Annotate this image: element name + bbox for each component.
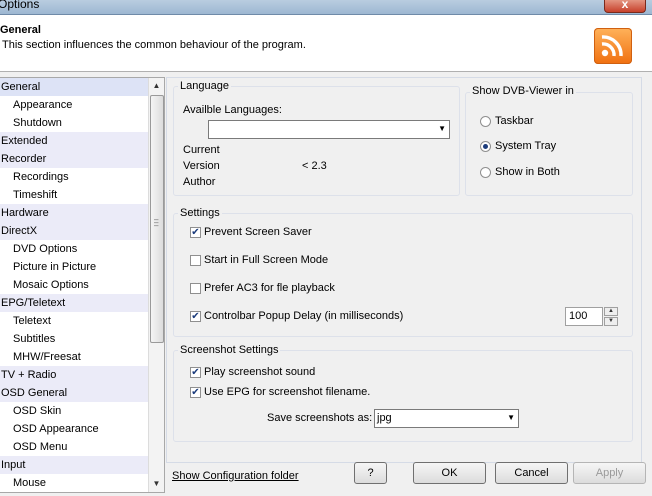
radio-label: System Tray [495,140,557,152]
checkbox-play-screenshot-sound[interactable]: ✔ [190,367,201,378]
checkbox-prevent-screen-saver[interactable]: ✔ [190,227,201,238]
show-config-folder-link[interactable]: Show Configuration folder [172,470,299,482]
checkbox-use-epg-for-screenshot-filename[interactable]: ✔ [190,387,201,398]
tree-item-hardware[interactable]: Hardware [0,204,148,222]
popup-delay-stepper[interactable]: 100 ▲ ▼ [565,307,618,326]
save-as-label: Save screenshots as: [267,412,373,424]
version-label: Version [183,160,220,172]
close-icon: x [621,0,629,11]
rss-icon [594,28,632,64]
section-title: General [0,24,41,36]
checkbox-controlbar-popup-delay-in-milliseconds[interactable]: ✔ [190,311,201,322]
tree-item-subtitles[interactable]: Subtitles [0,330,148,348]
checkbox-label: Use EPG for screenshot filename. [204,386,371,398]
checkbox-start-in-full-screen-mode[interactable] [190,255,201,266]
tree-item-extended[interactable]: Extended [0,132,148,150]
grip-icon: – – – [154,215,159,230]
screenshot-format-value: jpg [377,412,392,424]
settings-group-label: Settings [178,207,222,219]
chevron-down-icon: ▼ [507,413,515,422]
tree-item-osd-skin[interactable]: OSD Skin [0,402,148,420]
window-title: Options [0,0,40,11]
tree-item-directx[interactable]: DirectX [0,222,148,240]
apply-button[interactable]: Apply [573,462,646,484]
tree-item-tv-radio[interactable]: TV + Radio [0,366,148,384]
tree-item-input[interactable]: Input [0,456,148,474]
options-tree[interactable]: General Appearance Shutdown Extended Recorde… [0,77,165,493]
tree-item-picture-in-picture[interactable]: Picture in Picture [0,258,148,276]
checkbox-label: Prevent Screen Saver [204,226,312,238]
scroll-up-icon[interactable]: ▲ [149,78,164,94]
popup-delay-value: 100 [569,310,588,322]
radio-label: Show in Both [495,166,560,178]
tree-item-osd-general[interactable]: OSD General [0,384,148,402]
tree-item-appearance[interactable]: Appearance [0,96,148,114]
tree-item-teletext[interactable]: Teletext [0,312,148,330]
tree-item-mhw-freesat[interactable]: MHW/Freesat [0,348,148,366]
cancel-button[interactable]: Cancel [495,462,568,484]
scroll-thumb[interactable]: – – – [150,95,164,343]
author-label: Author [183,176,216,188]
section-header: General This section influences the comm… [0,15,652,72]
settings-pane: Language Availble Languages: ▼ Current V… [166,77,642,463]
checkbox-prefer-ac3-for-fle-playback[interactable] [190,283,201,294]
radio-system-tray[interactable] [480,141,491,152]
checkbox-label: Play screenshot sound [204,366,316,378]
stepper-down-icon[interactable]: ▼ [604,317,618,326]
tree-item-osd-appearance[interactable]: OSD Appearance [0,420,148,438]
language-group-label: Language [178,80,231,92]
tree-item-recorder[interactable]: Recorder [0,150,148,168]
tree-item-general[interactable]: General [0,78,148,96]
available-languages-label: Availble Languages: [183,104,282,116]
language-group [173,86,460,196]
window-titlebar: Options x [0,0,652,15]
help-button[interactable]: ? [354,462,387,484]
scroll-down-icon[interactable]: ▼ [149,476,164,492]
checkbox-label: Controlbar Popup Delay (in milliseconds) [204,310,404,322]
tree-item-osd-menu[interactable]: OSD Menu [0,438,148,456]
tree-item-timeshift[interactable]: Timeshift [0,186,148,204]
checkbox-label: Prefer AC3 for fle playback [204,282,335,294]
tree-item-epg-teletext[interactable]: EPG/Teletext [0,294,148,312]
ok-button[interactable]: OK [413,462,486,484]
tree-item-recordings[interactable]: Recordings [0,168,148,186]
tree-item-mouse[interactable]: Mouse [0,474,148,492]
tree-scrollbar[interactable]: ▲ – – – ▼ [148,78,164,492]
checkbox-label: Start in Full Screen Mode [204,254,329,266]
tree-item-dvd-options[interactable]: DVD Options [0,240,148,258]
screenshot-format-dropdown[interactable]: jpg ▼ [374,409,519,428]
tree-item-shutdown[interactable]: Shutdown [0,114,148,132]
language-dropdown[interactable]: ▼ [208,120,450,139]
radio-show-in-both[interactable] [480,167,491,178]
version-value: < 2.3 [302,160,327,172]
current-label: Current [183,144,220,156]
stepper-up-icon[interactable]: ▲ [604,307,618,316]
section-description: This section influences the common behav… [2,39,306,51]
close-button[interactable]: x [604,0,646,13]
tree-item-mosaic-options[interactable]: Mosaic Options [0,276,148,294]
show-in-group-label: Show DVB-Viewer in [470,85,576,97]
chevron-down-icon: ▼ [438,124,446,133]
screenshot-group-label: Screenshot Settings [178,344,281,356]
radio-label: Taskbar [495,115,534,127]
radio-taskbar[interactable] [480,116,491,127]
